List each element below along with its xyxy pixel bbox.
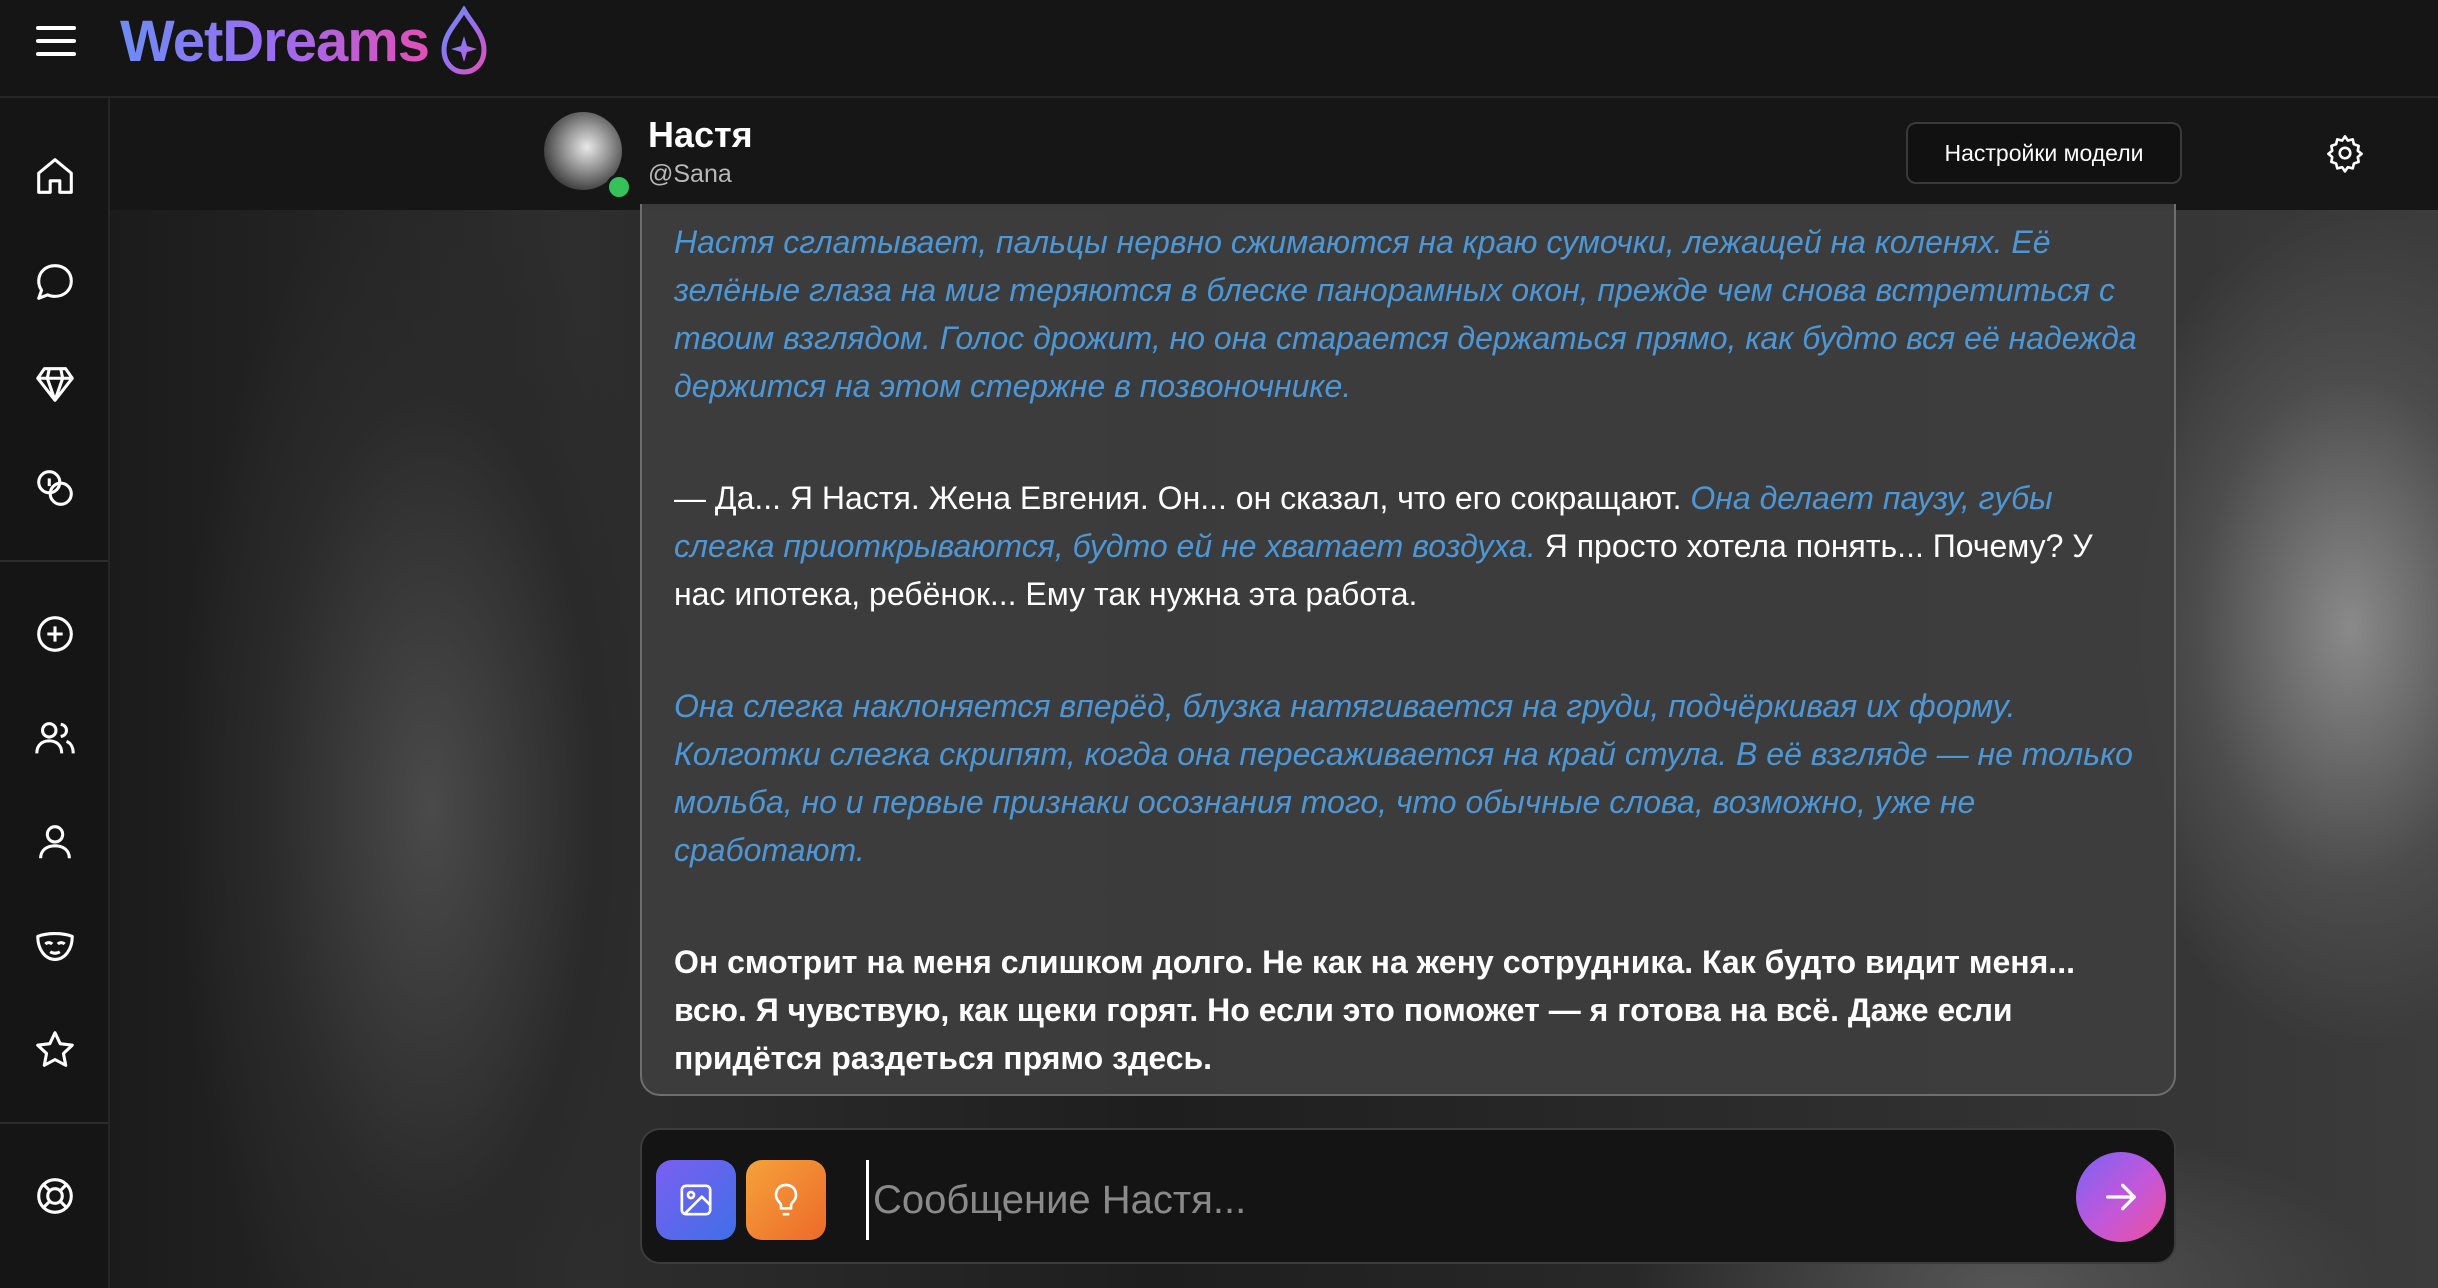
suggestion-button[interactable] [746, 1160, 826, 1240]
sidebar-item-favorites[interactable] [25, 1020, 85, 1080]
lightbulb-icon [774, 1183, 798, 1216]
home-icon [37, 158, 73, 194]
plus-circle-icon [37, 616, 73, 652]
sidebar-item-chats[interactable] [25, 252, 85, 312]
chat-header: Настя @Sana Настройки модели [110, 98, 2438, 210]
message-narration: Настя сглатывает, пальцы нервно сжимаютс… [674, 224, 2137, 404]
arrow-right-icon [2106, 1183, 2136, 1211]
gear-icon[interactable] [2324, 132, 2366, 174]
sparkle-logo-icon [441, 6, 487, 75]
hamburger-menu-icon[interactable] [36, 26, 76, 56]
character-handle: @Sana [648, 160, 732, 188]
message-speech: — Да... Я Настя. Жена Евгения. Он... он … [674, 480, 1682, 516]
sidebar-item-premium[interactable] [25, 354, 85, 414]
diamond-icon [36, 367, 74, 402]
chat-bubble-icon [37, 264, 73, 300]
sidebar-item-community[interactable] [25, 708, 85, 768]
user-icon [39, 825, 71, 859]
top-bar: WetDreams [0, 0, 2438, 98]
sidebar-item-profile[interactable] [25, 812, 85, 872]
sidebar [0, 98, 110, 1288]
message-composer [640, 1128, 2176, 1264]
star-icon [36, 1031, 74, 1067]
send-button[interactable] [2076, 1152, 2166, 1242]
online-status-indicator [606, 174, 632, 200]
users-icon [35, 722, 75, 754]
coins-icon [37, 470, 73, 506]
character-name[interactable]: Настя [648, 114, 753, 156]
sidebar-divider [0, 1122, 108, 1124]
sidebar-item-support[interactable] [25, 1166, 85, 1226]
app-logo[interactable]: WetDreams [120, 8, 430, 75]
message-dialogue: — Да... Я Настя. Жена Евгения. Он... он … [674, 474, 2142, 618]
image-icon [680, 1184, 712, 1216]
sidebar-item-personas[interactable] [25, 916, 85, 976]
sidebar-divider [0, 560, 108, 562]
model-settings-button[interactable]: Настройки модели [1906, 122, 2182, 184]
sidebar-item-home[interactable] [25, 146, 85, 206]
message-thought: Он смотрит на меня слишком долго. Не как… [674, 944, 2075, 1076]
message-bubble: Настя сглатывает, пальцы нервно сжимаютс… [640, 204, 2176, 1096]
message-input[interactable] [866, 1160, 1926, 1240]
mask-icon [36, 932, 74, 961]
attach-image-button[interactable] [656, 1160, 736, 1240]
lifebuoy-icon [37, 1178, 73, 1214]
message-narration: Она слегка наклоняется вперёд, блузка на… [674, 688, 2133, 868]
sidebar-item-create[interactable] [25, 604, 85, 664]
sidebar-item-coins[interactable] [25, 458, 85, 518]
